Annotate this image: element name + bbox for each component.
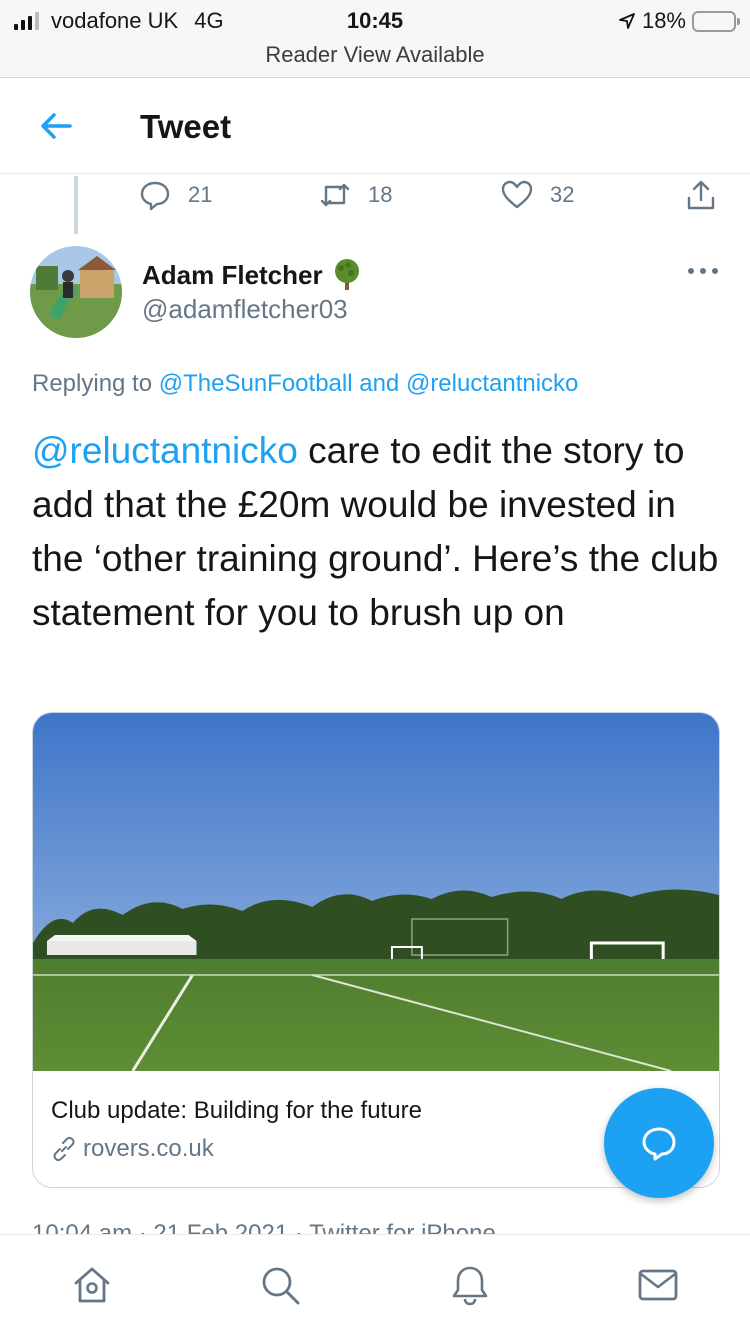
location-arrow-icon: [619, 13, 635, 29]
status-bar: vodafone UK 4G 10:45 18% Reader View Ava…: [0, 0, 750, 78]
reader-view-available[interactable]: Reader View Available: [0, 42, 750, 68]
retweet-action[interactable]: 18: [318, 178, 392, 212]
link-icon: [53, 1136, 75, 1162]
tweet-mention[interactable]: @reluctantnicko: [32, 430, 298, 471]
bottom-tab-bar: [0, 1234, 750, 1334]
page-title: Tweet: [140, 108, 232, 145]
card-domain-text: rovers.co.uk: [83, 1135, 214, 1162]
retweet-count: 18: [368, 182, 393, 207]
reply-icon: [140, 181, 170, 211]
replying-to: Replying to @TheSunFootball and @relucta…: [32, 370, 578, 398]
back-arrow-icon[interactable]: [34, 104, 78, 148]
like-count: 32: [550, 182, 575, 207]
reply-mention-and[interactable]: and: [359, 370, 399, 397]
top-nav-header: Tweet: [0, 78, 750, 174]
retweet-icon: [320, 183, 350, 207]
avatar[interactable]: [30, 246, 122, 338]
avatar-photo: [30, 246, 122, 338]
tweet-timestamp-source: 10:04 am · 21 Feb 2021 · Twitter for iPh…: [32, 1220, 496, 1234]
card-title: Club update: Building for the future: [51, 1097, 422, 1124]
battery-icon: [692, 10, 740, 32]
home-icon[interactable]: [70, 1263, 114, 1307]
heart-icon: [501, 180, 533, 209]
card-image-training-ground: [33, 713, 719, 1071]
replying-prefix: Replying to: [32, 370, 153, 397]
share-icon: [687, 180, 715, 210]
reply-action[interactable]: 21: [138, 178, 212, 212]
reply-bubble-icon: [642, 1127, 676, 1161]
messages-icon[interactable]: [636, 1263, 680, 1307]
compose-reply-button[interactable]: [604, 1088, 714, 1198]
more-options-icon[interactable]: [686, 264, 720, 278]
like-action[interactable]: 32: [500, 178, 574, 212]
prior-tweet-actions: 21 18 32: [0, 174, 750, 214]
reply-mention-thesunfootball[interactable]: @TheSunFootball: [159, 370, 353, 397]
tweet-text: @reluctantnicko care to edit the story t…: [32, 424, 722, 640]
author-handle[interactable]: @adamfletcher03: [142, 294, 348, 325]
reply-count: 21: [188, 182, 213, 207]
notifications-icon[interactable]: [448, 1263, 492, 1307]
battery-percent: 18%: [641, 8, 686, 33]
author-name[interactable]: Adam Fletcher: [142, 258, 363, 292]
card-domain: rovers.co.uk: [51, 1135, 214, 1163]
reply-mention-reluctantnicko[interactable]: @reluctantnicko: [406, 370, 578, 397]
author-display-name: Adam Fletcher: [142, 259, 323, 290]
search-icon[interactable]: [258, 1263, 302, 1307]
share-action[interactable]: [684, 178, 718, 212]
status-bar-right: 18%: [618, 8, 740, 34]
tree-emoji-icon: [334, 259, 359, 290]
